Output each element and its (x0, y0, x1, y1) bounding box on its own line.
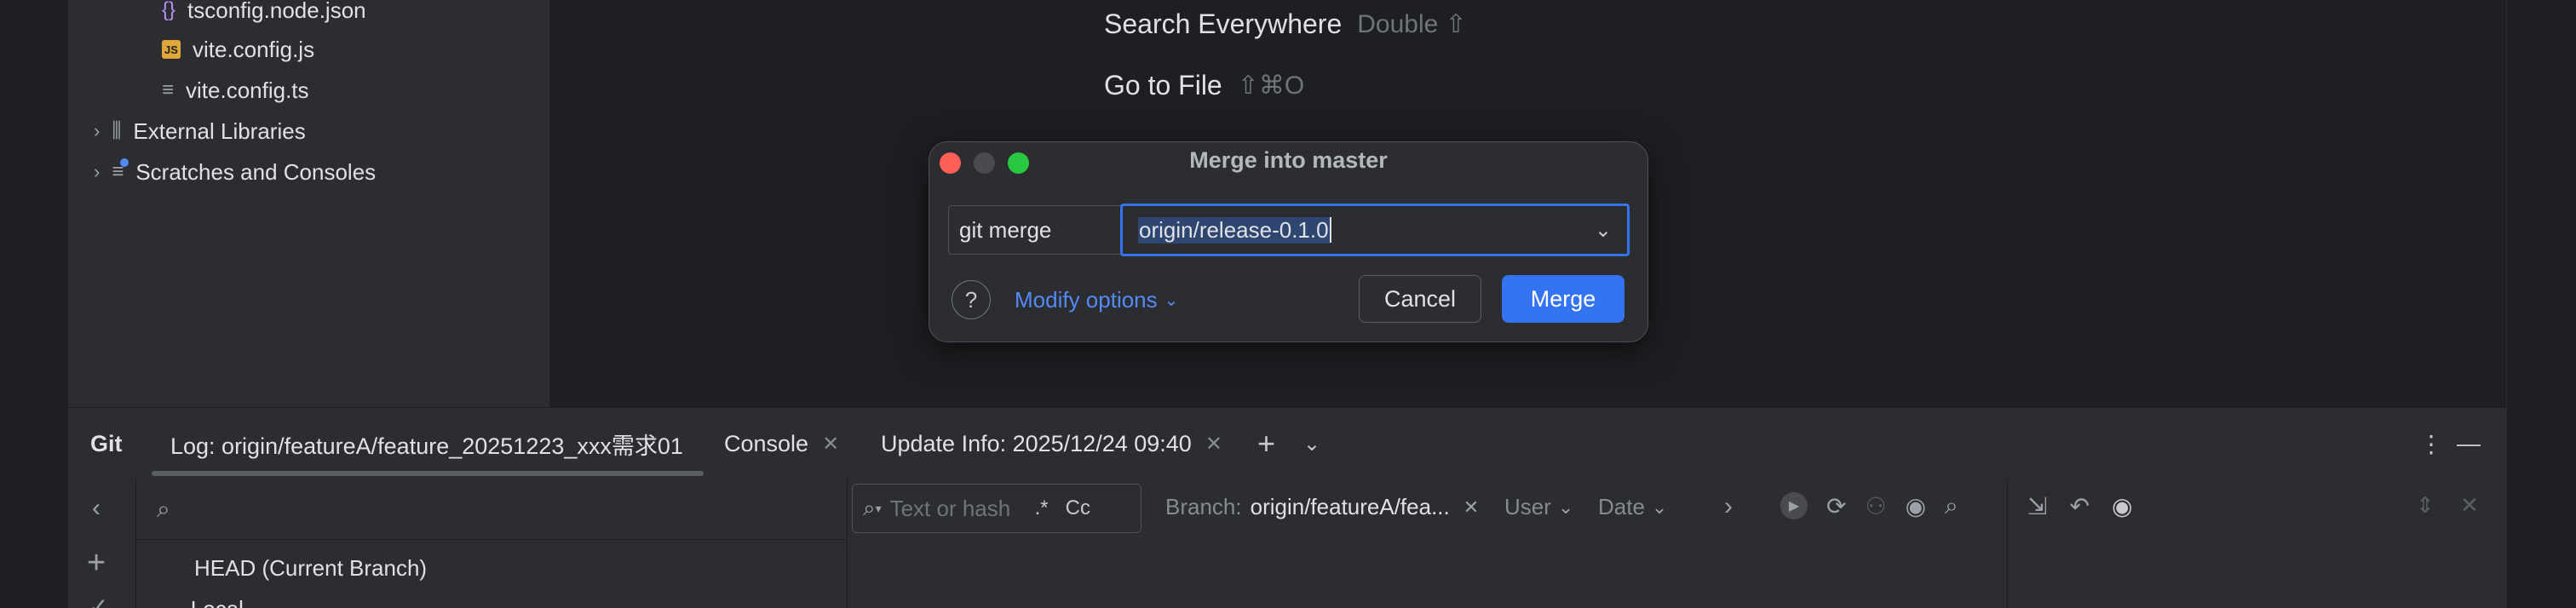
git-panel-title: Git (90, 430, 123, 456)
modify-options-link[interactable]: Modify options ⌄ (1015, 287, 1178, 313)
expand-all-icon[interactable]: ⇕ (2416, 492, 2435, 519)
branch-item-head[interactable]: HEAD (Current Branch) (194, 555, 427, 582)
chevron-down-icon[interactable]: ⌄ (1595, 218, 1612, 243)
chevron-down-icon: ⌄ (1164, 291, 1179, 310)
tree-item-label: vite.config.js (193, 36, 315, 62)
cancel-button[interactable]: Cancel (1359, 275, 1481, 323)
hint-shortcut: Double ⇧ (1357, 10, 1467, 38)
add-tab-icon[interactable]: + (1257, 426, 1275, 462)
eye-icon[interactable]: ◉ (1906, 492, 1926, 520)
branch-input-value[interactable]: origin/release-0.1.0 (1138, 216, 1330, 244)
close-icon[interactable]: ✕ (822, 432, 839, 456)
merge-button[interactable]: Merge (1502, 275, 1624, 323)
tree-item-label: External Libraries (133, 118, 306, 144)
js-file-icon: JS (162, 40, 181, 59)
tree-item-label: tsconfig.node.json (187, 0, 366, 23)
regex-toggle[interactable]: .* (1035, 496, 1049, 520)
branch-filter[interactable]: Branch: origin/featureA/fea... ✕ (1165, 494, 1479, 520)
tree-item-label: Scratches and Consoles (135, 158, 377, 185)
search-icon: ⌕ (157, 496, 170, 522)
tab-log[interactable]: Log: origin/featureA/feature_20251223_xx… (170, 426, 683, 462)
chevron-down-icon: ⌄ (1651, 496, 1668, 518)
eye-icon[interactable]: ◉ (2112, 492, 2132, 520)
branch-item-local[interactable]: ⌄ Local (162, 596, 244, 608)
help-button[interactable]: ? (952, 280, 991, 319)
details-toolbar-icons: ⇲ ↶ ◉ (2027, 492, 2132, 520)
more-options-icon[interactable]: ⋮ (2419, 426, 2443, 462)
refresh-icon[interactable]: ⟳ (1826, 492, 1846, 520)
check-icon[interactable]: ✓ (89, 593, 108, 608)
chevron-right-icon[interactable]: › (94, 120, 100, 142)
text-file-icon: ≡ (162, 78, 175, 101)
search-history-icon[interactable]: ⌕ ▾ (863, 495, 882, 522)
chevron-right-icon[interactable]: › (1724, 492, 1733, 521)
add-icon[interactable]: + (87, 545, 106, 582)
collapse-icon[interactable]: ⇲ (2027, 492, 2047, 520)
close-icon[interactable]: ✕ (1205, 432, 1222, 456)
hint-label: Search Everywhere (1104, 9, 1343, 39)
tab-log-underline (152, 471, 704, 476)
chevron-left-icon[interactable]: ‹ (92, 494, 101, 523)
project-tree-panel: {} tsconfig.node.json JS vite.config.js … (68, 0, 550, 407)
library-icon: ⫼ (112, 119, 122, 142)
chevron-down-icon[interactable]: ⌄ (162, 596, 181, 608)
tab-update-info[interactable]: Update Info: 2025/12/24 09:40 ✕ (881, 426, 1222, 462)
chevron-down-icon[interactable]: ⌄ (1303, 426, 1320, 462)
log-toolbar-icons: ▶ ⟳ ⚇ ◉ ⌕ (1780, 492, 1958, 520)
chevron-down-icon: ⌄ (1557, 496, 1574, 518)
right-tool-strip (2506, 0, 2576, 608)
git-side-toolbar (68, 479, 136, 608)
search-icon[interactable]: ⌕ (1945, 492, 1958, 520)
branch-search-bar[interactable]: ⌕ (136, 482, 847, 540)
user-filter[interactable]: User ⌄ (1504, 494, 1573, 520)
tree-item-vite-config-ts[interactable]: ≡ vite.config.ts (162, 73, 309, 107)
close-icon[interactable]: ✕ (1463, 494, 1479, 520)
branch-combobox[interactable]: origin/release-0.1.0 ⌄ (1120, 204, 1630, 256)
case-toggle[interactable]: Cc (1066, 496, 1090, 520)
left-tool-strip (0, 0, 68, 407)
date-filter[interactable]: Date ⌄ (1598, 494, 1667, 520)
hint-label: Go to File (1104, 70, 1222, 100)
log-search-field[interactable]: ⌕ ▾ Text or hash .* Cc (852, 484, 1141, 533)
log-search-placeholder: Text or hash (889, 495, 1011, 521)
chevron-right-icon[interactable]: › (94, 161, 100, 183)
tree-item-vite-config-js[interactable]: JS vite.config.js (162, 32, 314, 66)
cherry-pick-icon[interactable]: ⚇ (1865, 492, 1886, 520)
scratches-icon: ≡ (112, 158, 129, 184)
git-merge-label: git merge (948, 205, 1122, 255)
json-braces-icon: {} (162, 0, 176, 21)
hint-shortcut: ⇧⌘O (1237, 72, 1305, 100)
collapse-all-icon[interactable]: ✕ (2460, 492, 2479, 519)
merge-dialog: Merge into master git merge origin/relea… (929, 141, 1648, 342)
tree-item-external-libraries[interactable]: › ⫼ External Libraries (94, 114, 306, 148)
tab-console[interactable]: Console ✕ (724, 426, 839, 462)
hint-search-everywhere: Search Everywhere Double ⇧ (1104, 9, 1467, 40)
tree-item-tsconfig-node[interactable]: {} tsconfig.node.json (162, 0, 366, 27)
run-icon[interactable]: ▶ (1780, 492, 1808, 519)
dialog-title: Merge into master (1189, 147, 1388, 173)
hide-panel-icon[interactable]: — (2457, 426, 2481, 462)
tree-item-scratches[interactable]: › ≡ Scratches and Consoles (94, 155, 376, 189)
hint-go-to-file: Go to File ⇧⌘O (1104, 70, 1304, 101)
tree-item-label: vite.config.ts (186, 77, 309, 103)
undo-icon[interactable]: ↶ (2069, 492, 2089, 520)
